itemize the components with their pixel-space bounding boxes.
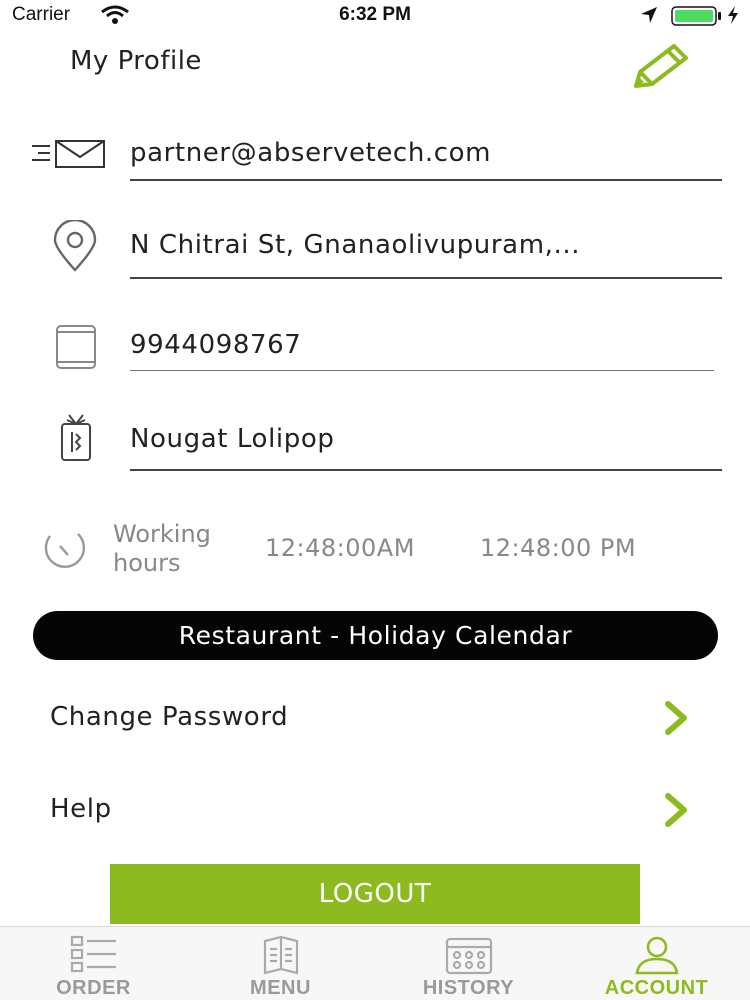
- phone-value[interactable]: 9944098767: [130, 330, 301, 360]
- stopwatch-icon: [44, 533, 86, 568]
- tab-history[interactable]: HISTORY: [375, 927, 562, 1000]
- mail-icon: [32, 140, 105, 168]
- holiday-calendar-button[interactable]: Restaurant - Holiday Calendar: [33, 611, 718, 660]
- email-value[interactable]: partner@abservetech.com: [130, 138, 491, 168]
- tab-bar: ORDER MENU HISTORY ACCOUNT: [0, 926, 750, 1000]
- working-hours-label: Working hours: [113, 520, 211, 577]
- help-label: Help: [50, 794, 112, 824]
- version-value[interactable]: Nougat Lolipop: [130, 424, 334, 454]
- tab-menu-label: MENU: [250, 977, 311, 999]
- tag-icon: [61, 414, 91, 461]
- phone-row: 9944098767: [0, 320, 750, 375]
- address-row: N Chitrai St, Gnanaolivupuram,...: [0, 218, 750, 280]
- version-row: Nougat Lolipop: [0, 410, 750, 472]
- tab-account[interactable]: ACCOUNT: [563, 927, 750, 1000]
- tab-order-label: ORDER: [56, 977, 131, 999]
- list-icon: [70, 935, 116, 973]
- address-underline: [130, 277, 722, 279]
- page-title: My Profile: [70, 46, 202, 76]
- tab-account-label: ACCOUNT: [604, 977, 709, 999]
- address-value[interactable]: N Chitrai St, Gnanaolivupuram,...: [130, 230, 580, 260]
- location-pin-icon: [53, 220, 97, 272]
- status-bar: Carrier 6:32 PM: [0, 0, 750, 30]
- edit-profile-button[interactable]: [630, 40, 696, 92]
- tab-order[interactable]: ORDER: [0, 927, 187, 1000]
- tab-menu[interactable]: MENU: [187, 927, 374, 1000]
- hours-end[interactable]: 12:48:00 PM: [480, 534, 636, 562]
- calendar-icon: [445, 937, 492, 975]
- menu-card-icon: [263, 935, 298, 975]
- chevron-right-icon: [665, 793, 687, 827]
- email-underline: [130, 179, 722, 181]
- pencil-icon: [634, 44, 688, 88]
- help-row[interactable]: Help: [0, 780, 750, 840]
- phone-underline: [130, 370, 714, 371]
- location-arrow-icon: [641, 7, 657, 23]
- tab-history-label: HISTORY: [422, 977, 515, 999]
- change-password-row[interactable]: Change Password: [0, 688, 750, 748]
- battery-icon: [671, 6, 721, 26]
- user-icon: [635, 936, 678, 975]
- logout-button[interactable]: LOGOUT: [110, 864, 640, 924]
- change-password-label: Change Password: [50, 702, 289, 732]
- version-underline: [130, 469, 722, 471]
- phone-icon: [56, 325, 96, 369]
- chevron-right-icon: [665, 701, 687, 735]
- hours-start[interactable]: 12:48:00AM: [265, 534, 415, 562]
- status-time: 6:32 PM: [339, 4, 411, 25]
- email-row: partner@abservetech.com: [0, 130, 750, 185]
- charging-icon: [728, 6, 738, 24]
